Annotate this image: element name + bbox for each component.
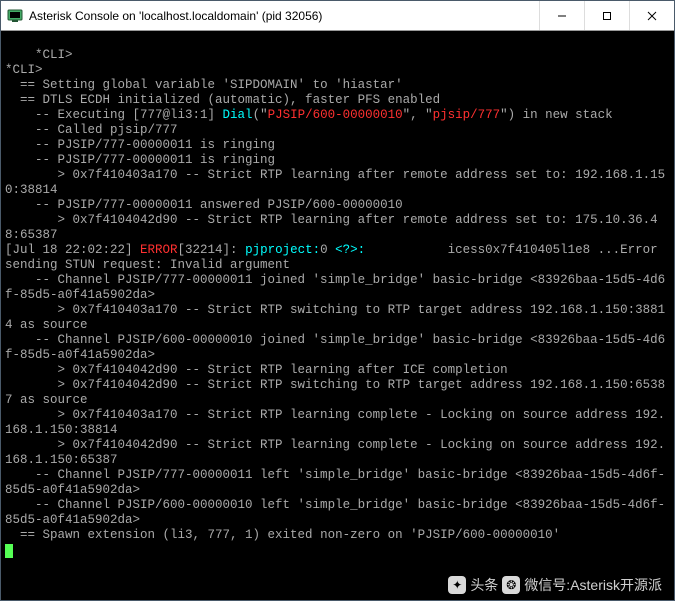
watermark-wechat-icon: ❂ [502, 576, 520, 594]
console-text: *CLI> [5, 63, 43, 77]
console-text: pjproject: [245, 243, 320, 257]
titlebar: Asterisk Console on 'localhost.localdoma… [1, 1, 674, 31]
console-text: -- Channel PJSIP/777-00000011 joined 'si… [5, 273, 665, 302]
console-text: -- PJSIP/777-00000011 is ringing [5, 138, 275, 152]
minimize-button[interactable] [539, 1, 584, 30]
console-text: -- PJSIP/777-00000011 answered PJSIP/600… [5, 198, 403, 212]
watermark-label-2: 微信号:Asterisk开源派 [524, 578, 662, 593]
maximize-button[interactable] [584, 1, 629, 30]
console-text: == Spawn extension (li3, 777, 1) exited … [5, 528, 560, 542]
console-text: PJSIP/600-00000010 [268, 108, 403, 122]
console-text: == Setting global variable 'SIPDOMAIN' t… [5, 78, 403, 92]
console-text: > 0x7f4104042d90 -- Strict RTP learning … [5, 363, 508, 377]
console-output[interactable]: *CLI> *CLI> == Setting global variable '… [1, 31, 674, 600]
console-text: > 0x7f4104042d90 -- Strict RTP learning … [5, 213, 658, 242]
console-text: > 0x7f4104042d90 -- Strict RTP learning … [5, 438, 665, 467]
console-text: *CLI> [35, 48, 73, 62]
console-text: <?>: [335, 243, 365, 257]
console-text: -- Channel PJSIP/600-00000010 left 'simp… [5, 498, 665, 527]
minimize-icon [557, 11, 567, 21]
console-text: > 0x7f410403a170 -- Strict RTP switching… [5, 303, 665, 332]
console-text: > 0x7f410403a170 -- Strict RTP learning … [5, 168, 665, 197]
app-icon [7, 8, 23, 24]
console-text: -- PJSIP/777-00000011 is ringing [5, 153, 275, 167]
console-text: -- Channel PJSIP/600-00000010 joined 'si… [5, 333, 665, 362]
window-title: Asterisk Console on 'localhost.localdoma… [29, 9, 539, 23]
cursor [5, 544, 13, 558]
watermark: ✦ 头条 ❂ 微信号:Asterisk开源派 [448, 576, 662, 594]
console-text: pjsip/777 [433, 108, 501, 122]
close-icon [647, 11, 657, 21]
console-text: [32214]: [178, 243, 246, 257]
watermark-label-1: 头条 [470, 578, 498, 593]
console-text: ", " [403, 108, 433, 122]
watermark-icon: ✦ [448, 576, 466, 594]
console-text: 0 [320, 243, 335, 257]
console-window: Asterisk Console on 'localhost.localdoma… [0, 0, 675, 601]
maximize-icon [602, 11, 612, 21]
console-text: (" [253, 108, 268, 122]
console-text: ") in new stack [500, 108, 613, 122]
console-text: > 0x7f4104042d90 -- Strict RTP switching… [5, 378, 665, 407]
console-text: -- Executing [777@li3:1] [5, 108, 223, 122]
console-text: Dial [223, 108, 253, 122]
close-button[interactable] [629, 1, 674, 30]
console-text: > 0x7f410403a170 -- Strict RTP learning … [5, 408, 665, 437]
console-text: -- Channel PJSIP/777-00000011 left 'simp… [5, 468, 665, 497]
console-text: -- Called pjsip/777 [5, 123, 178, 137]
console-text: ERROR [140, 243, 178, 257]
console-text: [Jul 18 22:02:22] [5, 243, 140, 257]
window-controls [539, 1, 674, 30]
console-text: == DTLS ECDH initialized (automatic), fa… [5, 93, 440, 107]
